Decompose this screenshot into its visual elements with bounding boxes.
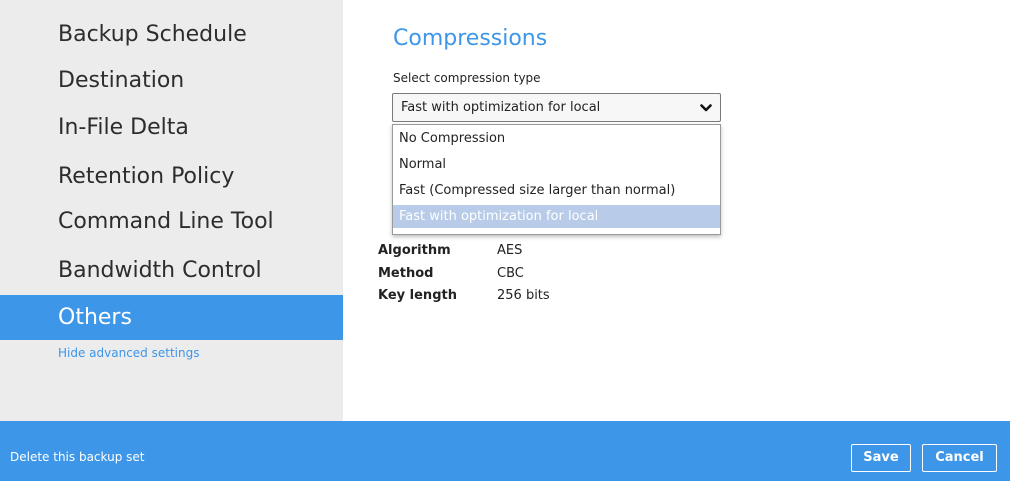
- method-value: CBC: [497, 266, 524, 281]
- cancel-button[interactable]: Cancel: [922, 444, 997, 472]
- option-fast-with-optimization[interactable]: Fast with optimization for local: [393, 205, 720, 228]
- compression-dropdown-menu: No Compression Normal Fast (Compressed s…: [392, 124, 721, 235]
- save-button[interactable]: Save: [851, 444, 911, 472]
- delete-backup-set-link[interactable]: Delete this backup set: [10, 421, 144, 494]
- key-length-value: 256 bits: [497, 288, 550, 303]
- compression-type-select[interactable]: Fast with optimization for local: [392, 93, 721, 122]
- page-title: Compressions: [393, 26, 548, 51]
- sidebar: Backup Schedule Destination In-File Delt…: [0, 0, 343, 421]
- sidebar-item-command-line-tool[interactable]: Command Line Tool: [0, 199, 343, 244]
- footer-bar: Delete this backup set Save Cancel: [0, 421, 1010, 481]
- algorithm-value: AES: [497, 243, 523, 258]
- sidebar-item-bandwidth-control[interactable]: Bandwidth Control: [0, 248, 343, 293]
- sidebar-item-in-file-delta[interactable]: In-File Delta: [0, 105, 343, 150]
- compression-type-label: Select compression type: [393, 71, 541, 85]
- compression-selected-value: Fast with optimization for local: [401, 100, 601, 115]
- hide-advanced-settings-link[interactable]: Hide advanced settings: [58, 346, 199, 360]
- key-length-label: Key length: [378, 288, 457, 303]
- sidebar-item-retention-policy[interactable]: Retention Policy: [0, 154, 343, 199]
- main-panel: Compressions Select compression type Fas…: [343, 0, 1010, 421]
- chevron-down-icon: [700, 104, 712, 112]
- sidebar-item-destination[interactable]: Destination: [0, 58, 343, 103]
- algorithm-label: Algorithm: [378, 243, 451, 258]
- sidebar-item-backup-schedule[interactable]: Backup Schedule: [0, 12, 343, 57]
- method-label: Method: [378, 266, 434, 281]
- option-normal[interactable]: Normal: [393, 153, 720, 176]
- sidebar-item-others[interactable]: Others: [0, 295, 343, 340]
- option-no-compression[interactable]: No Compression: [393, 127, 720, 150]
- option-fast[interactable]: Fast (Compressed size larger than normal…: [393, 179, 720, 202]
